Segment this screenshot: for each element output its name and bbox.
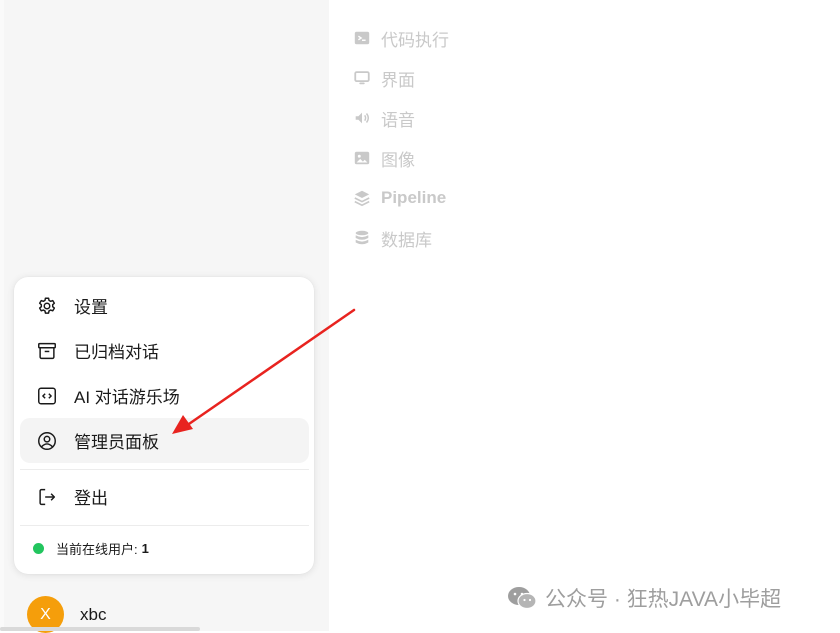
- nav-item-voice[interactable]: 语音: [352, 98, 449, 138]
- watermark-text: 公众号 · 狂热JAVA小毕超: [545, 588, 782, 611]
- nav-item-label: Pipeline: [381, 188, 447, 207]
- gear-icon: [35, 294, 59, 318]
- image-icon: [352, 148, 372, 168]
- user-menu: 设置 已归档对话 AI 对话游乐场 管理员面板 登出 当前在线用户: 1: [14, 277, 314, 574]
- nav-item-pipeline[interactable]: Pipeline: [352, 178, 449, 218]
- menu-item-playground[interactable]: AI 对话游乐场: [20, 373, 309, 418]
- archive-icon: [35, 339, 59, 363]
- menu-item-settings[interactable]: 设置: [20, 283, 309, 328]
- sidebar-edge: [0, 0, 4, 631]
- menu-item-admin-panel[interactable]: 管理员面板: [20, 418, 309, 463]
- menu-item-label: AI 对话游乐场: [74, 388, 180, 407]
- database-icon: [352, 228, 372, 248]
- nav-item-label: 图像: [381, 150, 415, 170]
- horizontal-scrollbar[interactable]: [0, 627, 200, 631]
- monitor-icon: [352, 68, 372, 88]
- wechat-icon: [508, 587, 537, 610]
- nav-item-label: 代码执行: [381, 30, 449, 50]
- menu-item-label: 管理员面板: [74, 433, 159, 452]
- online-dot-icon: [33, 543, 44, 554]
- nav-item-label: 语音: [381, 110, 415, 130]
- online-users-label: 当前在线用户:: [56, 542, 138, 557]
- code-icon: [35, 384, 59, 408]
- menu-item-archived-chats[interactable]: 已归档对话: [20, 328, 309, 373]
- watermark: 公众号 · 狂热JAVA小毕超: [507, 583, 781, 613]
- nav-item-code-execution[interactable]: 代码执行: [352, 18, 449, 58]
- nav-item-database[interactable]: 数据库: [352, 218, 449, 258]
- nav-item-label: 界面: [381, 70, 415, 90]
- speaker-icon: [352, 108, 372, 128]
- menu-divider: [20, 469, 309, 470]
- menu-item-logout[interactable]: 登出: [20, 474, 309, 519]
- nav-item-image[interactable]: 图像: [352, 138, 449, 178]
- layers-icon: [352, 188, 372, 208]
- logout-label: 登出: [74, 489, 108, 508]
- nav-item-interface[interactable]: 界面: [352, 58, 449, 98]
- terminal-icon: [352, 28, 372, 48]
- user-circle-icon: [35, 429, 59, 453]
- username: xbc: [80, 604, 107, 624]
- nav-item-label: 数据库: [381, 230, 432, 250]
- menu-divider: [20, 525, 309, 526]
- menu-item-label: 已归档对话: [74, 343, 159, 362]
- online-users-count: 1: [141, 541, 149, 556]
- menu-item-label: 设置: [74, 298, 108, 317]
- settings-nav: 代码执行 界面 语音 图像 Pipeline 数据库: [352, 18, 449, 258]
- online-users-status: 当前在线用户: 1: [33, 539, 149, 558]
- logout-icon: [35, 485, 59, 509]
